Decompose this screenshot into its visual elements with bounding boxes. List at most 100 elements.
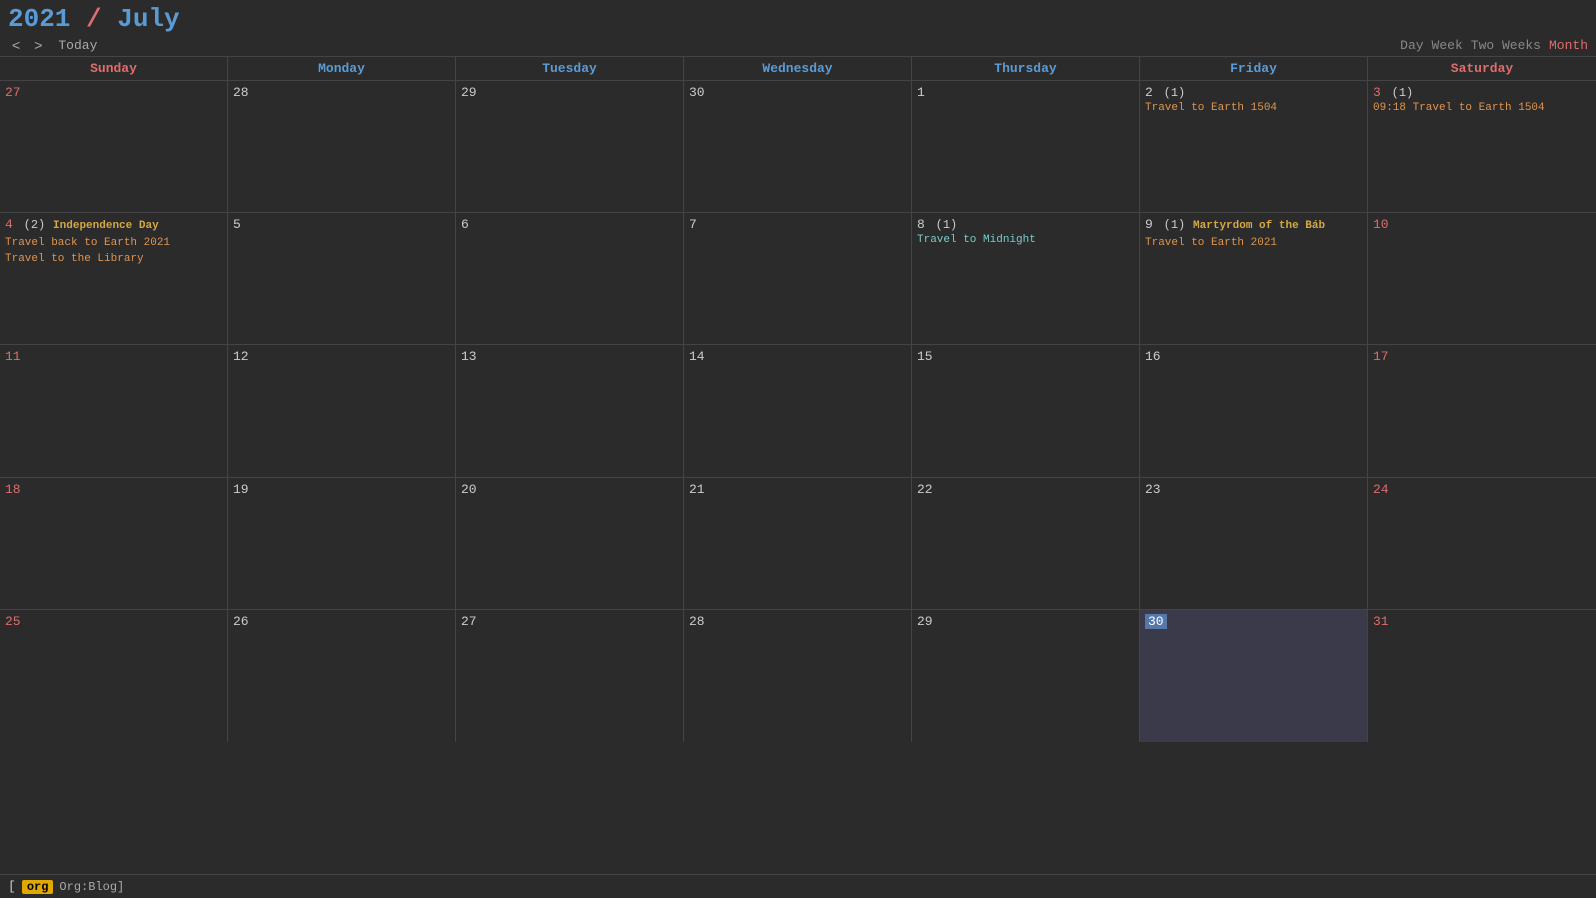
cell-jul13[interactable]: 13 <box>456 345 684 476</box>
day-number: 11 <box>5 349 21 364</box>
footer-tag: org <box>22 880 54 894</box>
day-number: 1 <box>917 85 925 100</box>
cell-jul20[interactable]: 20 <box>456 478 684 609</box>
view-month-button[interactable]: Month <box>1549 38 1588 53</box>
day-number: 29 <box>461 85 477 100</box>
cell-jul21[interactable]: 21 <box>684 478 912 609</box>
day-number: 12 <box>233 349 249 364</box>
week-row-3: 11 12 13 14 15 16 17 <box>0 345 1596 477</box>
cell-jul3[interactable]: 3 (1) 09:18 Travel to Earth 1504 <box>1368 81 1596 212</box>
view-week-button[interactable]: Week <box>1432 38 1463 53</box>
header: 2021 / July < > Today Day Week Two Weeks… <box>0 0 1596 56</box>
cell-jul31[interactable]: 31 <box>1368 610 1596 742</box>
cell-jul10[interactable]: 10 <box>1368 213 1596 344</box>
cell-jul12[interactable]: 12 <box>228 345 456 476</box>
day-number: 15 <box>917 349 933 364</box>
cell-jul9[interactable]: 9 (1) Martyrdom of the Báb Travel to Ear… <box>1140 213 1368 344</box>
cell-jul30-today[interactable]: 30 <box>1140 610 1368 742</box>
header-sunday: Sunday <box>0 57 228 80</box>
view-buttons: Day Week Two Weeks Month <box>1400 38 1588 53</box>
cell-jul22[interactable]: 22 <box>912 478 1140 609</box>
day-number: 29 <box>917 614 933 629</box>
week-row-1: 27 28 29 30 1 2 (1) Travel to Earth 1504… <box>0 81 1596 213</box>
cell-jul28[interactable]: 28 <box>684 610 912 742</box>
day-number: 6 <box>461 217 469 232</box>
day-number: 2 <box>1145 85 1153 100</box>
event-count: (1) <box>1164 86 1186 100</box>
day-number: 14 <box>689 349 705 364</box>
next-button[interactable]: > <box>30 36 46 54</box>
calendar: Sunday Monday Tuesday Wednesday Thursday… <box>0 56 1596 874</box>
slash: / <box>86 4 117 34</box>
header-wednesday: Wednesday <box>684 57 912 80</box>
cell-jul2[interactable]: 2 (1) Travel to Earth 1504 <box>1140 81 1368 212</box>
event-count: (1) <box>936 218 958 232</box>
day-number: 24 <box>1373 482 1389 497</box>
event-travel-earth-1504-sat[interactable]: 09:18 Travel to Earth 1504 <box>1373 101 1591 116</box>
cell-jul18[interactable]: 18 <box>0 478 228 609</box>
title-row: 2021 / July <box>8 4 1588 34</box>
day-number: 13 <box>461 349 477 364</box>
day-number: 31 <box>1373 614 1389 629</box>
header-friday: Friday <box>1140 57 1368 80</box>
footer: [ org Org:Blog] <box>0 874 1596 898</box>
cell-jul23[interactable]: 23 <box>1140 478 1368 609</box>
calendar-grid: 27 28 29 30 1 2 (1) Travel to Earth 1504… <box>0 81 1596 874</box>
day-number: 3 <box>1373 85 1381 100</box>
nav-left: < > Today <box>8 36 103 54</box>
cell-jul11[interactable]: 11 <box>0 345 228 476</box>
cell-jul27b[interactable]: 27 <box>456 610 684 742</box>
day-number: 19 <box>233 482 249 497</box>
cell-jun29[interactable]: 29 <box>456 81 684 212</box>
cell-jul5[interactable]: 5 <box>228 213 456 344</box>
view-two-weeks-button[interactable]: Two Weeks <box>1471 38 1541 53</box>
cell-jul7[interactable]: 7 <box>684 213 912 344</box>
day-number: 5 <box>233 217 241 232</box>
day-number: 10 <box>1373 217 1389 232</box>
cell-jul1[interactable]: 1 <box>912 81 1140 212</box>
cell-jul17[interactable]: 17 <box>1368 345 1596 476</box>
event-travel-midnight[interactable]: Travel to Midnight <box>917 233 1134 248</box>
event-travel-earth-2021[interactable]: Travel to Earth 2021 <box>1145 236 1362 251</box>
day-number: 9 <box>1145 217 1153 232</box>
view-day-button[interactable]: Day <box>1400 38 1423 53</box>
header-monday: Monday <box>228 57 456 80</box>
day-number: 30 <box>1145 614 1167 629</box>
cell-jun27[interactable]: 27 <box>0 81 228 212</box>
year-label: 2021 <box>8 4 70 34</box>
cell-jul29[interactable]: 29 <box>912 610 1140 742</box>
header-thursday: Thursday <box>912 57 1140 80</box>
cell-jul19[interactable]: 19 <box>228 478 456 609</box>
event-count: (1) <box>1392 86 1414 100</box>
event-independence-day[interactable]: Independence Day <box>53 220 159 232</box>
day-number: 25 <box>5 614 21 629</box>
month-label: July <box>117 4 179 34</box>
day-number: 17 <box>1373 349 1389 364</box>
day-number: 27 <box>461 614 477 629</box>
event-travel-earth-1504-fri[interactable]: Travel to Earth 1504 <box>1145 101 1362 116</box>
cell-jun28[interactable]: 28 <box>228 81 456 212</box>
today-button[interactable]: Today <box>52 37 103 54</box>
cell-jun30[interactable]: 30 <box>684 81 912 212</box>
cell-jul16[interactable]: 16 <box>1140 345 1368 476</box>
event-travel-back-earth[interactable]: Travel back to Earth 2021 <box>5 236 222 251</box>
cell-jul14[interactable]: 14 <box>684 345 912 476</box>
cell-jul4[interactable]: 4 (2) Independence Day Travel back to Ea… <box>0 213 228 344</box>
day-number: 27 <box>5 85 21 100</box>
cell-jul6[interactable]: 6 <box>456 213 684 344</box>
cell-jul25[interactable]: 25 <box>0 610 228 742</box>
week-row-2: 4 (2) Independence Day Travel back to Ea… <box>0 213 1596 345</box>
event-martyrdom[interactable]: Martyrdom of the Báb <box>1193 220 1325 232</box>
cell-jul24[interactable]: 24 <box>1368 478 1596 609</box>
cell-jul8[interactable]: 8 (1) Travel to Midnight <box>912 213 1140 344</box>
day-number: 4 <box>5 217 13 232</box>
cell-jul15[interactable]: 15 <box>912 345 1140 476</box>
day-number: 20 <box>461 482 477 497</box>
prev-button[interactable]: < <box>8 36 24 54</box>
cell-jul26[interactable]: 26 <box>228 610 456 742</box>
day-number: 16 <box>1145 349 1161 364</box>
day-number: 7 <box>689 217 697 232</box>
event-travel-library[interactable]: Travel to the Library <box>5 252 222 267</box>
event-count: (1) <box>1164 218 1186 232</box>
day-number: 28 <box>689 614 705 629</box>
